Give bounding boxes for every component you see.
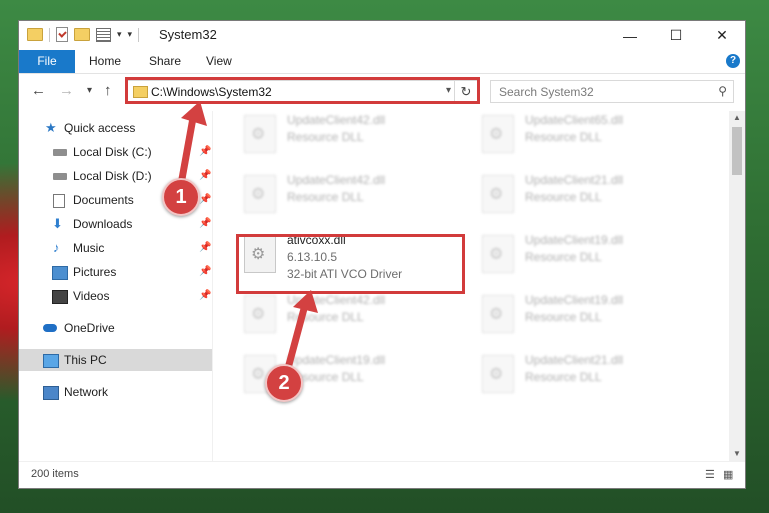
arrow-head-2: [293, 290, 318, 313]
arrow-line-2: [283, 304, 309, 373]
step-1-badge: 1: [162, 178, 200, 216]
step-2-badge: 2: [265, 364, 303, 402]
annotation-arrows: [176, 101, 318, 373]
